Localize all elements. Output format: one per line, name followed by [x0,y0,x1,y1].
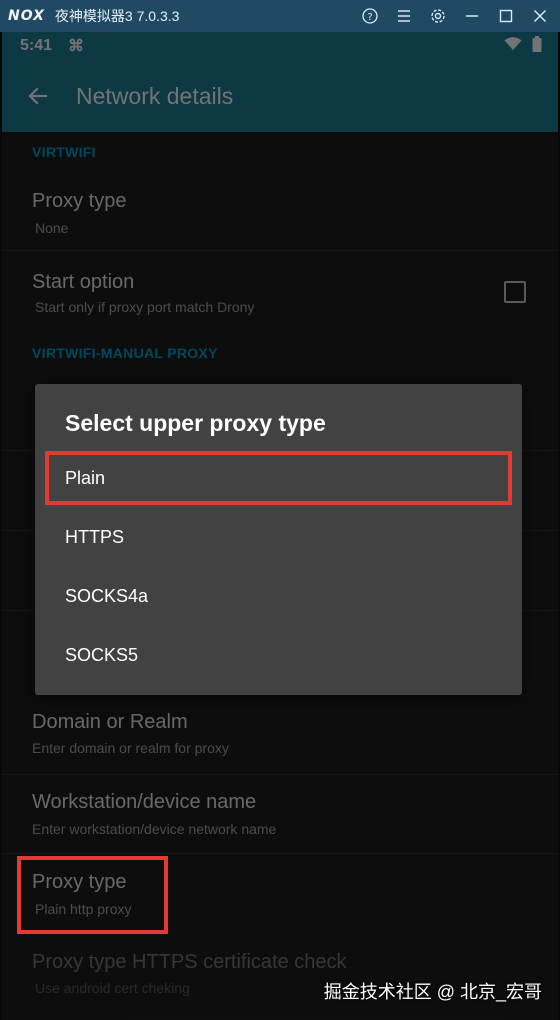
pref-summary: Plain http proxy [35,901,132,917]
pref-title: Proxy type [32,190,127,212]
watermark: 掘金技术社区 @ 北京_宏哥 [323,982,542,1002]
pref-start-option[interactable]: Start option Start only if proxy port ma… [2,251,558,331]
emulator-title: 夜神模拟器3 7.0.3.3 [54,8,180,24]
pref-domain-realm[interactable]: Domain or Realm Enter domain or realm fo… [2,694,558,774]
option-label: SOCKS4a [65,586,149,606]
section-header-manual-proxy: VIRTWIFI-MANUAL PROXY [32,345,218,361]
option-label: Plain [65,468,106,488]
close-icon[interactable] [532,8,548,24]
section-header-virtwifi: VIRTWIFI [32,144,96,160]
pref-summary: None [35,220,69,236]
help-icon[interactable]: ? [362,8,378,24]
dialog-option-socks4a[interactable]: SOCKS4a [35,568,522,627]
pref-summary: Use android cert cheking [35,980,190,996]
pref-title: Proxy type [32,871,127,893]
option-label: SOCKS5 [65,645,139,665]
status-icons [504,32,542,60]
pref-summary: Start only if proxy port match Drony [35,299,255,315]
pref-proxy-type-bottom[interactable]: Proxy type Plain http proxy [2,854,558,934]
pref-title: Workstation/device name [32,791,257,813]
back-arrow-icon[interactable] [24,82,52,110]
battery-icon [532,35,542,57]
emulator-title-bar: NOX 夜神模拟器3 7.0.3.3 ? [0,0,560,32]
dialog-option-socks5[interactable]: SOCKS5 [35,627,522,686]
android-status-bar: 5:41 ⌘ [2,32,558,60]
dialog-title: Select upper proxy type [65,410,326,436]
pref-summary: Enter domain or realm for proxy [32,740,229,756]
start-option-checkbox[interactable] [504,281,526,303]
pref-workstation[interactable]: Workstation/device name Enter workstatio… [2,775,558,853]
wifi-icon [504,36,522,56]
dialog-option-https[interactable]: HTTPS [35,509,522,568]
command-icon: ⌘ [68,38,85,55]
dialog-option-plain[interactable]: Plain [35,450,522,509]
proxy-type-dialog: Select upper proxy type Plain HTTPS SOCK… [35,384,522,695]
pref-summary: Enter workstation/device network name [32,821,277,837]
maximize-icon[interactable] [498,8,514,24]
pref-title: Domain or Realm [32,711,188,733]
pref-title: Start option [32,271,135,293]
minimize-icon[interactable] [464,8,480,24]
status-time: 5:41 [20,37,53,54]
nox-logo: NOX [8,8,45,24]
pref-title: Proxy type HTTPS certificate check [32,951,347,973]
settings-icon[interactable] [430,8,446,24]
pref-proxy-type-top[interactable]: Proxy type None [2,170,558,250]
window-controls: ? [362,0,548,32]
option-label: HTTPS [65,527,125,547]
svg-text:?: ? [367,12,372,23]
menu-icon[interactable] [396,8,412,24]
app-toolbar: Network details [2,60,558,132]
page-title: Network details [76,82,234,109]
